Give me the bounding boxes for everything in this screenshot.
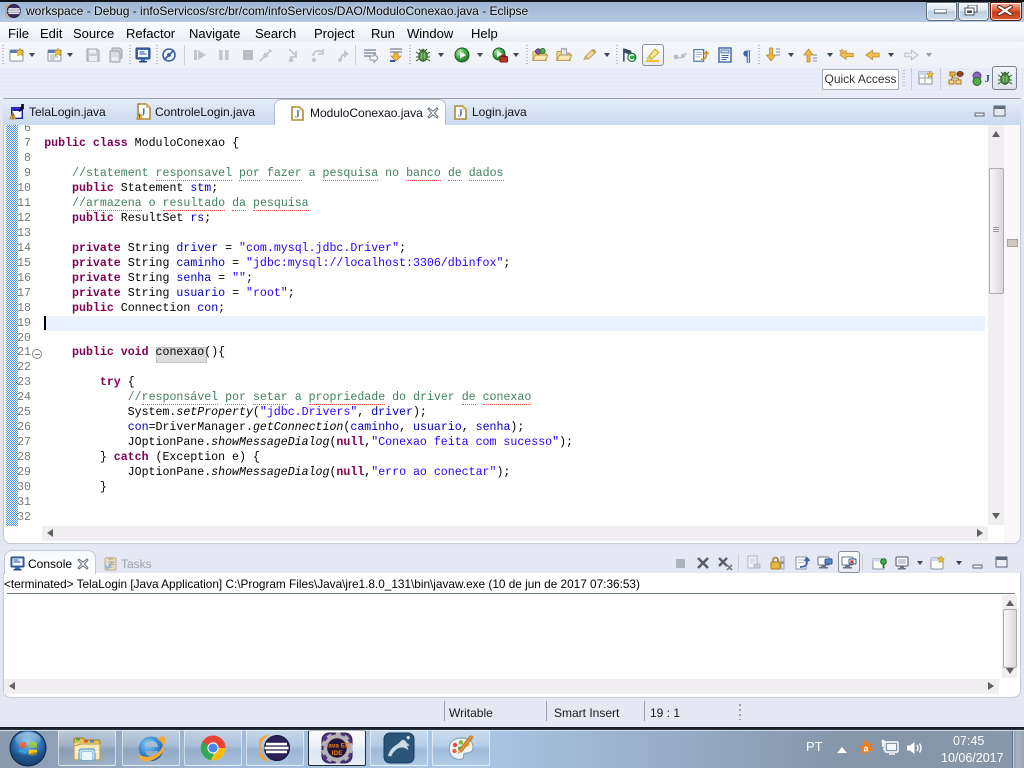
svg-text:J: J — [458, 109, 463, 120]
svg-text:IDE: IDE — [332, 750, 343, 757]
svg-text:J: J — [985, 73, 991, 85]
svg-text:J: J — [295, 110, 300, 121]
svg-text:¶: ¶ — [743, 48, 752, 63]
svg-text:Java EE: Java EE — [325, 743, 350, 750]
